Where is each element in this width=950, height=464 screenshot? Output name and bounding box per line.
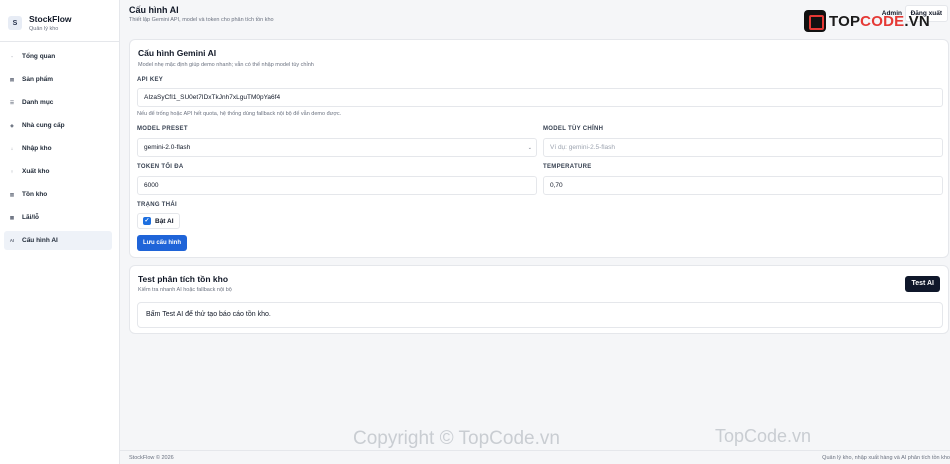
- sidebar-nav: ◦ Tổng quan ▤ Sản phẩm ☰ Danh mục ◈ Nhà cung…: [0, 42, 119, 250]
- sidebar-item-label: Cấu hình AI: [22, 237, 58, 244]
- model-preset-select[interactable]: gemini-2.0-flash ⌄: [137, 138, 537, 157]
- temperature-input[interactable]: 0,70: [543, 176, 943, 195]
- sidebar-item-stock-in[interactable]: ↓ Nhập kho: [4, 139, 112, 158]
- sidebar-item-inventory[interactable]: ▥ Tồn kho: [4, 185, 112, 204]
- box-icon: ▤: [9, 76, 15, 82]
- sidebar-item-products[interactable]: ▤ Sản phẩm: [4, 70, 112, 89]
- gemini-config-card: Cấu hình Gemini AI Model nhẹ mặc định gi…: [129, 39, 949, 258]
- model-preset-value: gemini-2.0-flash: [144, 144, 191, 151]
- sidebar-item-label: Sản phẩm: [22, 76, 54, 83]
- sidebar-item-categories[interactable]: ☰ Danh mục: [4, 93, 112, 112]
- brand-subtitle: Quản lý kho: [29, 25, 59, 32]
- sidebar: S StockFlow Quản lý kho ◦ Tổng quan ▤ Sản …: [0, 0, 120, 464]
- chevron-down-icon: ⌄: [527, 145, 532, 151]
- watermark-logo: TOPCODE.VN: [804, 10, 930, 32]
- card-title: Cấu hình Gemini AI: [138, 48, 217, 58]
- archive-icon: ▥: [9, 191, 15, 197]
- sidebar-item-label: Tồn kho: [22, 191, 48, 198]
- checkbox-checked-icon[interactable]: ✓: [143, 217, 151, 225]
- sidebar-item-label: Danh mục: [22, 99, 54, 106]
- watermark-logo-text: TOPCODE.VN: [829, 12, 930, 30]
- footer: StockFlow © 2026 Quản lý kho, nhập xuất …: [120, 450, 950, 464]
- brand-logo: S: [8, 16, 22, 30]
- brand-name: StockFlow: [29, 13, 72, 24]
- test-ai-button[interactable]: Test AI: [905, 276, 940, 292]
- sidebar-item-overview[interactable]: ◦ Tổng quan: [4, 47, 112, 66]
- sidebar-item-label: Xuất kho: [22, 168, 50, 175]
- brand: S StockFlow Quản lý kho: [0, 0, 119, 38]
- sidebar-item-label: Lãi/lỗ: [22, 214, 39, 221]
- chart-icon: ▦: [9, 214, 15, 220]
- watermark-brand: TopCode.vn: [715, 426, 812, 446]
- sidebar-item-ai-config[interactable]: AI Cấu hình AI: [4, 231, 112, 250]
- ai-icon: AI: [9, 238, 15, 243]
- max-token-label: TOKEN TỐI ĐA: [137, 164, 184, 170]
- card-subtitle: Model nhẹ mặc định giúp demo nhanh; vẫn …: [138, 62, 314, 68]
- home-icon: ◦: [11, 54, 13, 59]
- sidebar-item-suppliers[interactable]: ◈ Nhà cung cấp: [4, 116, 112, 135]
- sidebar-item-label: Nhà cung cấp: [22, 122, 65, 129]
- main-content: Cấu hình AI Thiết lập Gemini API, model …: [120, 0, 950, 464]
- arrow-up-icon: ↑: [10, 169, 14, 174]
- api-key-label: API KEY: [137, 77, 164, 83]
- status-label: TRẠNG THÁI: [137, 202, 177, 208]
- card-title: Test phân tích tồn kho: [138, 274, 229, 284]
- temperature-label: TEMPERATURE: [543, 164, 592, 170]
- sidebar-item-label: Nhập kho: [22, 145, 52, 152]
- model-preset-label: MODEL PRESET: [137, 126, 188, 132]
- card-subtitle: Kiểm tra nhanh AI hoặc fallback nội bộ: [138, 287, 232, 293]
- test-result-box: Bấm Test AI để thử tạo báo cáo tồn kho.: [137, 302, 943, 328]
- enable-ai-toggle[interactable]: ✓ Bật AI: [137, 213, 180, 229]
- sidebar-item-profit-loss[interactable]: ▦ Lãi/lỗ: [4, 208, 112, 227]
- footer-right: Quản lý kho, nhập xuất hàng và AI phân t…: [822, 455, 950, 461]
- truck-icon: ◈: [10, 122, 14, 128]
- test-analysis-card: Test phân tích tồn kho Kiểm tra nhanh AI…: [129, 265, 949, 334]
- model-custom-label: MODEL TÙY CHỈNH: [543, 126, 604, 132]
- footer-left: StockFlow © 2026: [129, 455, 174, 461]
- watermark-copyright: Copyright © TopCode.vn: [353, 428, 560, 449]
- sidebar-item-label: Tổng quan: [22, 53, 56, 60]
- sidebar-item-stock-out[interactable]: ↑ Xuất kho: [4, 162, 112, 181]
- topcode-logo-icon: [804, 10, 826, 32]
- save-config-button[interactable]: Lưu cấu hình: [137, 235, 188, 251]
- max-token-input[interactable]: 6000: [137, 176, 537, 195]
- app-root: S StockFlow Quản lý kho ◦ Tổng quan ▤ Sản …: [0, 0, 950, 464]
- api-key-hint: Nếu để trống hoặc API hết quota, hệ thốn…: [137, 111, 342, 117]
- enable-ai-label: Bật AI: [155, 217, 174, 225]
- arrow-down-icon: ↓: [10, 146, 14, 151]
- list-icon: ☰: [9, 99, 15, 105]
- api-key-input[interactable]: AIzaSyCfI1_SU0et7IDxTkJnh7xLguTM0pYa6f4: [137, 88, 943, 107]
- model-custom-input[interactable]: Ví dụ: gemini-2.5-flash: [543, 138, 943, 157]
